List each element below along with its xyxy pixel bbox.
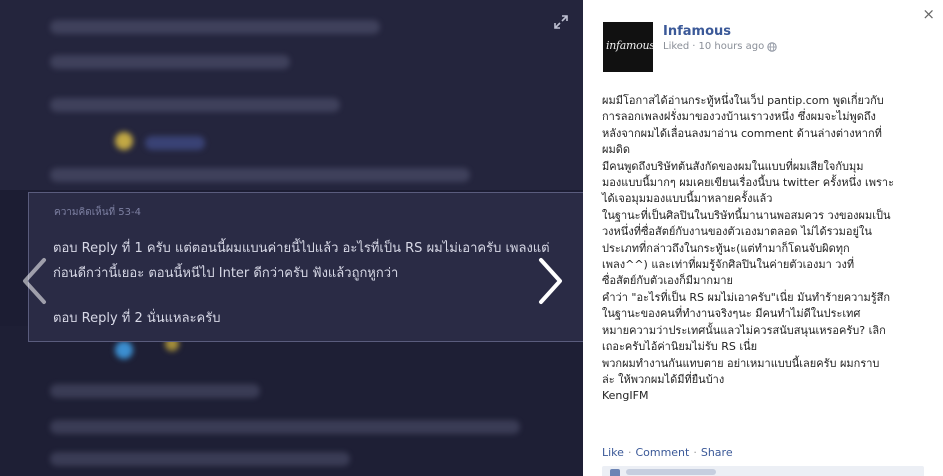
globe-icon: [767, 41, 777, 52]
post-meta: Liked · 10 hours ago: [663, 41, 777, 52]
liked-status: Liked: [663, 41, 690, 52]
blurred-text: [50, 20, 380, 34]
blurred-text: [50, 168, 470, 182]
post-line: วงหนึ่งที่ซื่อสัตย์กับงานของตัวเองมาตลอด…: [602, 225, 872, 239]
post-line: ในฐานะของคนที่ทำงานจริงๆนะ มีคนทำไม่ดีใน…: [602, 307, 861, 321]
post-line: มีคนพูดถึงบริษัทต้นสังกัดของผมในแบบที่ผม…: [602, 159, 864, 173]
post-line: การลอกเพลงฝรั่งมาของวงบ้านเราวงหนึ่ง ซึ่…: [602, 110, 876, 124]
comment-number: ความคิดเห็นที่ 53-4: [54, 207, 142, 218]
blurred-text: [50, 384, 260, 398]
post-timestamp[interactable]: 10 hours ago: [698, 41, 764, 52]
avatar-logo: infamous: [606, 39, 653, 52]
blurred-emoji: [115, 132, 133, 150]
likes-summary[interactable]: [602, 466, 924, 476]
post-line: หมายความว่าประเทศนั้นแลวไม่ควรสนับสนุนเห…: [602, 323, 886, 337]
post-line: ได้เจอมุมมองแบบนี้มาหลายครั้งแล้ว: [602, 192, 773, 206]
post-line: ในฐานะที่เป็นศิลปินในบริษัทนี้มานานพอสมค…: [602, 208, 891, 222]
post-line: เพลง^^) และเท่าที่ผมรู้จักศิลปินในค่ายตั…: [602, 258, 855, 272]
blurred-text: [145, 136, 205, 150]
post-line: ประเภทที่กล่าวถึงในกระทู้นะ(แต่ทำมาก็โดน…: [602, 241, 850, 255]
post-line: เถอะครับไอ้ค่านิยมไม่รับ RS เนี่ย: [602, 340, 758, 354]
post-line: มองแบบนี้มากๆ ผมเคยเขียนเรื่องนี้บน twit…: [602, 176, 895, 190]
blurred-text: [50, 55, 290, 69]
like-link[interactable]: Like: [602, 446, 624, 459]
post-body: ผมมีโอกาสได้อ่านกระทู้หนึ่งในเว็ป pantip…: [602, 93, 922, 405]
post-line: ผมมีโอกาสได้อ่านกระทู้หนึ่งในเว็ป pantip…: [602, 94, 884, 107]
chevron-right-icon: [539, 258, 562, 304]
blurred-text: [50, 98, 340, 112]
post-line: ซื่อสัตย์กับตัวเองก็มีมากมาย: [602, 274, 733, 288]
page-name-link[interactable]: Infamous: [663, 24, 731, 39]
blurred-emoji: [115, 341, 133, 359]
expand-icon: [554, 15, 568, 29]
comment-line: ก่อนดีกว่านี้เยอะ ตอนนี้หนีไป Inter ดีกว…: [53, 266, 399, 281]
post-line: พวกผมทำงานกันแทบตาย อย่าเหมาแบบนี้เลยครั…: [602, 356, 880, 370]
blurred-text: [50, 452, 350, 466]
comment-card: ความคิดเห็นที่ 53-4 ตอบ Reply ที่ 1 ครับ…: [28, 192, 583, 342]
comment-line: ตอบ Reply ที่ 1 ครับ แต่ตอนนี้ผมแบนค่ายน…: [53, 241, 550, 256]
chevron-left-icon: [23, 258, 46, 304]
next-photo-button[interactable]: [535, 256, 565, 306]
fullscreen-button[interactable]: [553, 14, 569, 30]
post-line: ล่ะ ให้พวกผมได้มีที่ยืนบ้าง: [602, 372, 725, 386]
post-line: หลังจากผมได้เลื่อนลงมาอ่าน comment ด้านล…: [602, 126, 882, 140]
page-avatar[interactable]: infamous: [603, 22, 653, 72]
comment-line: ตอบ Reply ที่ 2 นั่นแหละครับ: [53, 311, 221, 326]
likes-count-placeholder: [626, 469, 716, 475]
post-line: KengIFM: [602, 389, 649, 403]
post-actions: Like · Comment · Share: [602, 446, 733, 459]
thumbs-up-icon: [610, 469, 620, 476]
post-line: ผมดิด: [602, 143, 630, 157]
share-link[interactable]: Share: [701, 446, 733, 459]
photo-stage[interactable]: ความคิดเห็นที่ 53-4 ตอบ Reply ที่ 1 ครับ…: [0, 0, 583, 476]
post-line: คำว่า "อะไรที่เป็น RS ผมไม่เอาครับ"เนี่ย…: [602, 290, 891, 304]
previous-photo-button[interactable]: [20, 256, 50, 306]
comment-link[interactable]: Comment: [635, 446, 689, 459]
post-panel: × infamous Infamous Liked · 10 hours ago…: [583, 0, 943, 476]
close-button[interactable]: ×: [922, 7, 935, 22]
blurred-text: [50, 420, 520, 434]
